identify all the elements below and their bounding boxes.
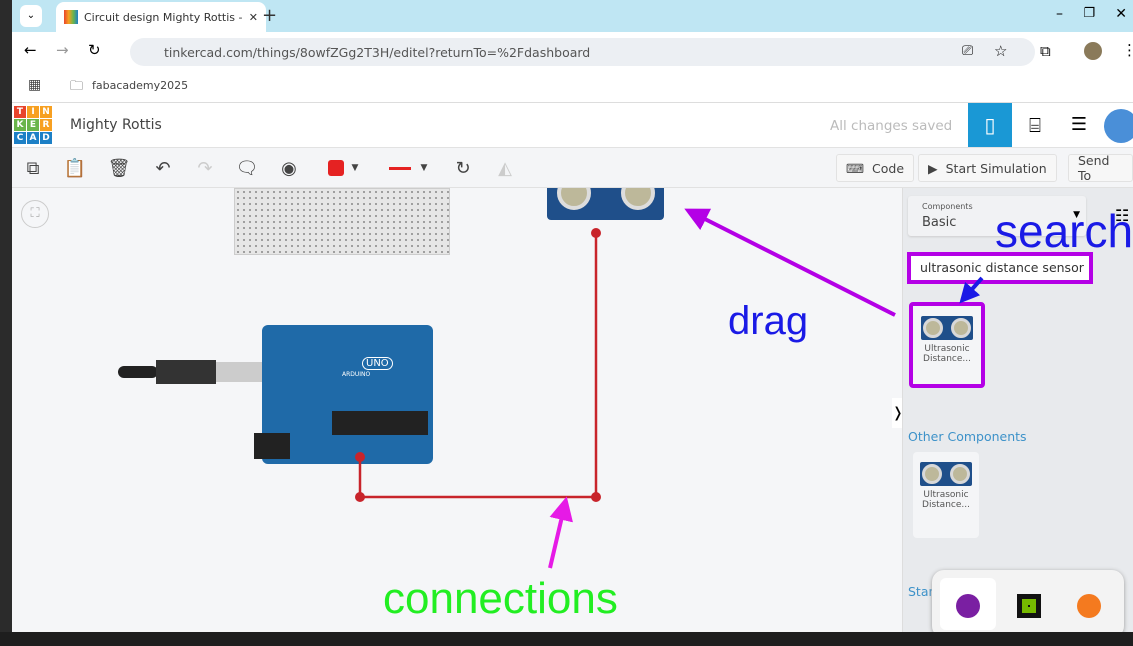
logo-letter: N	[40, 106, 52, 118]
wire-joint	[355, 492, 365, 502]
schematic-view-button[interactable]: ⌸	[1014, 103, 1056, 147]
flip-icon[interactable]: ◭	[492, 154, 518, 182]
send-to-button[interactable]: Send To	[1068, 153, 1133, 183]
undo-icon[interactable]: ↶	[150, 154, 176, 182]
circuit-canvas[interactable]: ⛶ UNO ARDUINO ❭	[12, 188, 902, 632]
app-tray-icon[interactable]	[1077, 594, 1101, 618]
tinkercad-header: TIN KER CAD Mighty Rottis All changes save…	[12, 103, 1133, 148]
wire-endpoint	[591, 228, 601, 238]
redo-icon[interactable]: ↷	[192, 154, 218, 182]
close-tab-icon[interactable]: ✕	[249, 11, 258, 24]
tinkercad-favicon	[64, 10, 78, 24]
install-app-icon[interactable]: ⎚	[962, 43, 973, 59]
copy-icon[interactable]: ⧉	[20, 154, 46, 182]
wire-joint	[591, 492, 601, 502]
folder-icon: 🗀	[70, 79, 84, 94]
minimize-icon[interactable]: –	[1056, 6, 1063, 22]
rotate-icon[interactable]: ↻	[450, 154, 476, 182]
bookmarks-bar: ▦ 🗀 fabacademy2025	[12, 70, 1133, 103]
logo-letter: E	[27, 119, 39, 131]
logo-letter: R	[40, 119, 52, 131]
starters-heading: Star	[908, 584, 934, 599]
new-tab-icon[interactable]: +	[262, 5, 277, 26]
firefox-tray-icon[interactable]	[956, 594, 980, 618]
component-list-button[interactable]: ☰	[1058, 103, 1100, 147]
bookmark-folder[interactable]: fabacademy2025	[92, 79, 188, 92]
other-components-heading: Other Components	[908, 429, 1027, 444]
result-ultrasonic-distance-sensor[interactable]: Ultrasonic Distance...	[909, 302, 985, 388]
paste-icon[interactable]: 📋	[62, 154, 88, 182]
close-window-icon[interactable]: ✕	[1115, 6, 1127, 22]
logo-letter: C	[14, 132, 26, 144]
menu-icon[interactable]: ⋮	[1122, 41, 1133, 59]
view-notes-icon[interactable]: ◉	[276, 154, 302, 182]
color-picker[interactable]: ▼	[318, 154, 368, 182]
wire-type-picker[interactable]: ▼	[380, 154, 436, 182]
drag-annotation: drag	[728, 299, 809, 343]
user-avatar[interactable]	[1104, 109, 1133, 143]
save-status: All changes saved	[830, 118, 953, 134]
wire[interactable]	[358, 233, 598, 499]
play-icon: ▶	[928, 160, 938, 176]
search-annotation: search	[995, 205, 1133, 257]
other-ultrasonic-distance-sensor[interactable]: Ultrasonic Distance...	[913, 452, 979, 538]
notes-icon[interactable]: 🗨	[234, 154, 260, 182]
delete-icon[interactable]: 🗑	[106, 154, 132, 182]
taskbar	[0, 632, 1133, 646]
address-bar-row: ← → ↻ tinkercad.com/things/8owfZGg2T3H/e…	[12, 32, 1133, 70]
connections-annotation: connections	[383, 574, 618, 623]
forward-icon[interactable]: →	[56, 41, 69, 59]
logo-letter: K	[14, 119, 26, 131]
star-icon[interactable]: ☆	[994, 42, 1007, 60]
project-name[interactable]: Mighty Rottis	[70, 117, 162, 133]
browser-tab[interactable]: Circuit design Mighty Rottis - Ti ✕	[56, 2, 266, 32]
logo-letter: D	[40, 132, 52, 144]
wire-endpoint	[355, 452, 365, 462]
back-icon[interactable]: ←	[24, 41, 37, 59]
desktop-edge	[0, 0, 12, 646]
start-simulation-button[interactable]: ▶ Start Simulation	[918, 154, 1057, 182]
logo-letter: A	[27, 132, 39, 144]
apps-icon[interactable]: ▦	[28, 77, 41, 93]
browser-tab-bar: ⌄ Circuit design Mighty Rottis - Ti ✕ + …	[12, 0, 1133, 32]
editor-toolbar: ⧉ 📋 🗑 ↶ ↷ 🗨 ◉ ▼ ▼ ↻ ◭ ⌨ Code ▶ Start Simul…	[12, 148, 1133, 188]
code-icon: ⌨	[846, 160, 865, 176]
nvidia-tray-icon[interactable]	[1017, 594, 1041, 618]
url-input[interactable]: tinkercad.com/things/8owfZGg2T3H/editel?…	[130, 38, 1035, 66]
tinkercad-logo[interactable]: TIN KER CAD	[14, 106, 52, 144]
logo-letter: I	[27, 106, 39, 118]
circuit-view-button[interactable]: ▯	[968, 103, 1012, 147]
extensions-icon[interactable]: ⧉	[1040, 42, 1051, 60]
reload-icon[interactable]: ↻	[88, 41, 101, 59]
tab-list-button[interactable]: ⌄	[20, 5, 42, 27]
collapse-panel-icon[interactable]: ❭	[892, 398, 902, 428]
code-button[interactable]: ⌨ Code	[836, 154, 915, 182]
profile-avatar[interactable]	[1084, 42, 1102, 60]
restore-icon[interactable]: ❐	[1083, 6, 1095, 21]
wires	[355, 228, 601, 502]
taskbar-overflow-popup	[932, 570, 1124, 638]
logo-letter: T	[14, 106, 26, 118]
